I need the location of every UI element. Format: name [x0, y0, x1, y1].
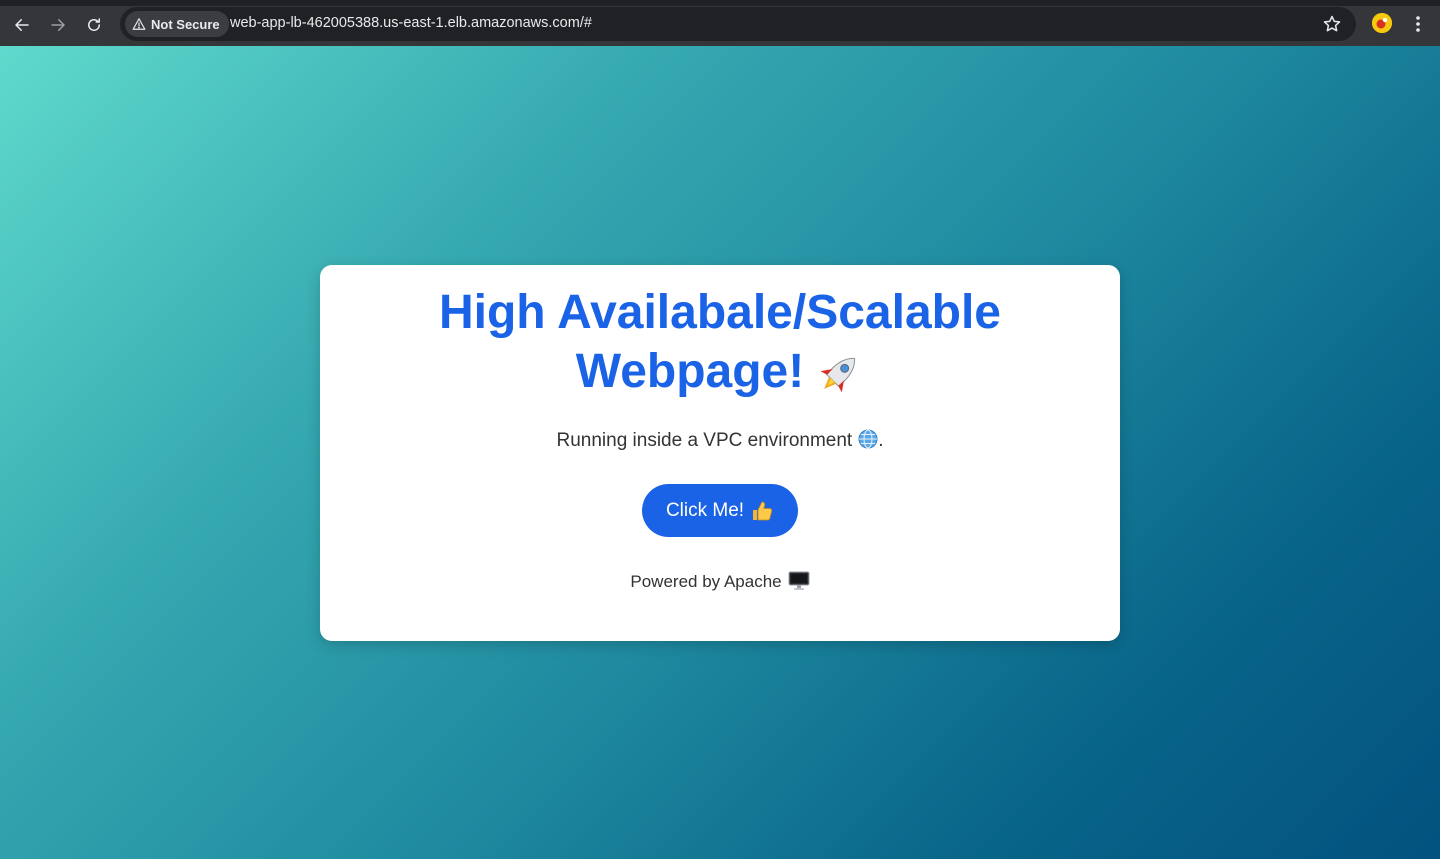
title-line-2: Webpage! — [320, 342, 1120, 401]
subtitle-text: Running inside a VPC environment — [556, 430, 853, 451]
footer-text: Powered by Apache — [630, 572, 782, 591]
browser-toolbar: Not Secure web-app-lb-462005388.us-east-… — [0, 0, 1440, 46]
reload-button[interactable] — [80, 11, 108, 39]
footer: Powered by Apache — [320, 571, 1120, 592]
subtitle: Running inside a VPC environment . — [320, 429, 1120, 453]
arrow-left-icon — [15, 19, 29, 31]
content-card: High Availabale/Scalable Webpage! Runnin… — [320, 265, 1120, 641]
reload-icon — [88, 18, 100, 31]
security-label: Not Secure — [151, 16, 220, 32]
click-me-button[interactable]: Click Me! — [642, 484, 798, 537]
subtitle-period: . — [878, 430, 884, 451]
back-button[interactable] — [8, 11, 36, 39]
address-bar[interactable]: Not Secure web-app-lb-462005388.us-east-… — [120, 7, 1356, 41]
rocket-icon — [820, 358, 856, 393]
arrow-right-icon — [51, 19, 65, 31]
more-vertical-icon — [1416, 16, 1420, 32]
desktop-computer-icon — [788, 571, 810, 590]
avatar-icon — [1372, 13, 1392, 33]
click-me-label: Click Me! — [665, 499, 745, 521]
title-line-1: High Availabale/Scalable — [438, 286, 1001, 339]
url-text[interactable]: web-app-lb-462005388.us-east-1.elb.amazo… — [230, 15, 592, 31]
browser-menu-button[interactable] — [1408, 12, 1428, 36]
title-line-2-text: Webpage! — [575, 345, 805, 398]
profile-avatar[interactable] — [1372, 13, 1392, 33]
thumbs-up-icon — [753, 501, 773, 520]
forward-button[interactable] — [44, 11, 72, 39]
globe-icon — [858, 429, 878, 449]
page-title: High Availabale/Scalable Webpage! — [320, 265, 1120, 401]
page-viewport: High Availabale/Scalable Webpage! Runnin… — [0, 46, 1440, 859]
security-indicator[interactable]: Not Secure — [125, 11, 229, 37]
bookmark-star-icon[interactable] — [1322, 14, 1342, 34]
warning-icon — [132, 18, 146, 30]
